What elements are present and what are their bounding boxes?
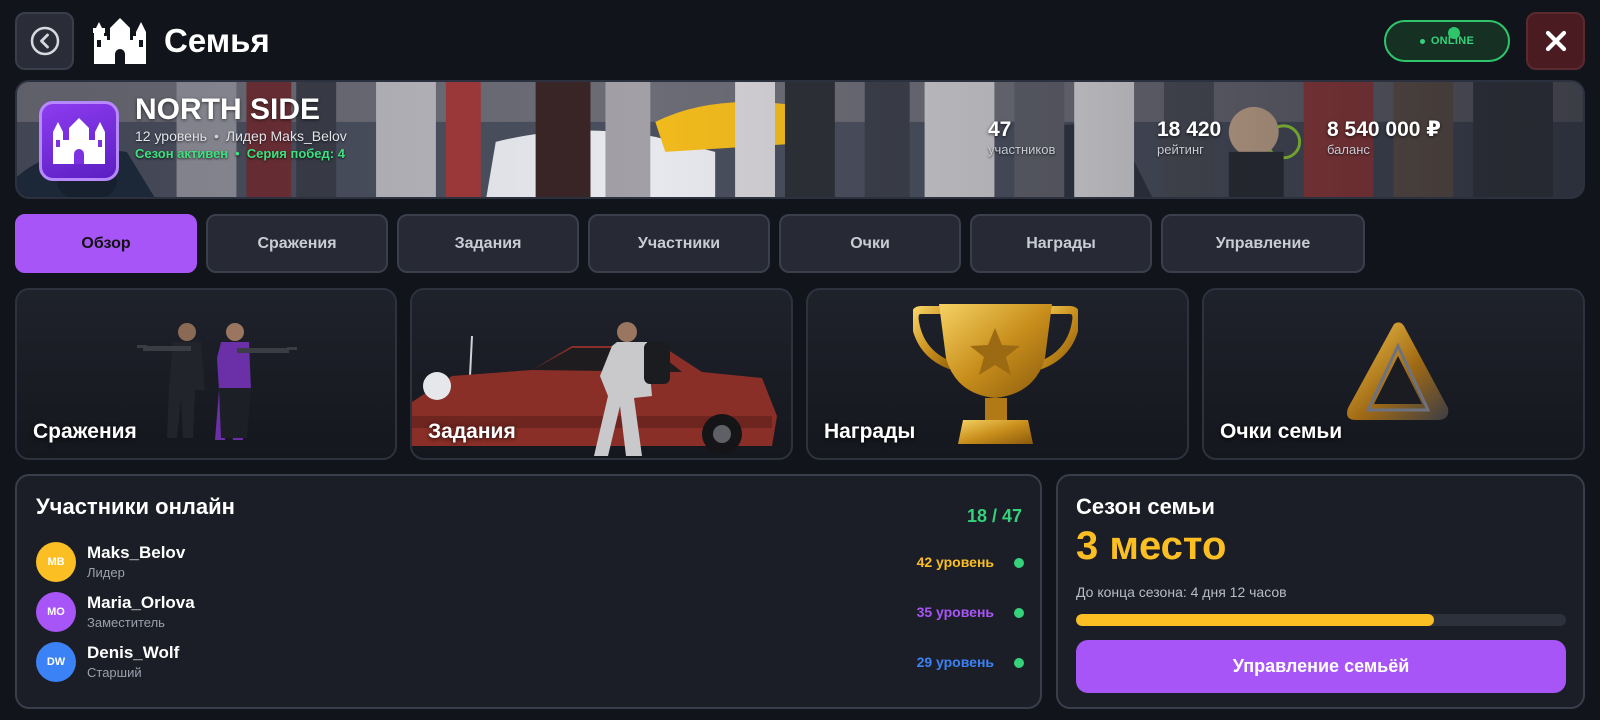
family-banner: NORTH SIDE 12 уровень • Лидер Maks_Belov С… xyxy=(15,80,1585,199)
family-meta: 12 уровень • Лидер Maks_Belov xyxy=(135,128,347,144)
season-progress-bar xyxy=(1076,614,1566,626)
online-dot xyxy=(1014,608,1024,618)
card-label: Награды xyxy=(824,420,916,443)
win-streak: Серия побед: 4 xyxy=(246,146,345,161)
member-role: Старший xyxy=(87,665,142,680)
stat-value: 18 420 xyxy=(1157,118,1222,141)
list-item[interactable]: MO Maria_Orlova Заместитель 35 уровень xyxy=(36,589,1024,635)
card-label: Очки семьи xyxy=(1220,420,1343,443)
season-status: Сезон активен xyxy=(135,146,229,161)
online-dot xyxy=(1014,658,1024,668)
online-dot xyxy=(1014,558,1024,568)
stat-rating: 18 420 рейтинг xyxy=(1157,118,1221,158)
family-level: 12 уровень xyxy=(135,128,207,144)
stat-label: баланс xyxy=(1327,142,1370,157)
member-name: Maks_Belov xyxy=(87,543,186,562)
stat-value: 47 xyxy=(988,118,1012,141)
close-icon xyxy=(1545,30,1566,52)
tab-members[interactable]: Участники xyxy=(588,214,770,273)
tab-points[interactable]: Очки xyxy=(779,214,961,273)
list-item[interactable]: DW Denis_Wolf Старший 29 уровень xyxy=(36,639,1024,685)
family-logo xyxy=(39,101,119,181)
back-arrow-icon xyxy=(30,26,59,56)
tab-overview[interactable]: Обзор xyxy=(15,214,197,273)
member-role: Лидер xyxy=(87,565,125,580)
member-level: 35 уровень xyxy=(916,604,994,620)
tab-management[interactable]: Управление xyxy=(1161,214,1365,273)
card-label: Задания xyxy=(428,420,516,443)
list-item[interactable]: MB Maks_Belov Лидер 42 уровень xyxy=(36,539,1024,585)
page-title: Семья xyxy=(164,22,270,59)
triangle-points-icon xyxy=(1347,322,1449,420)
card-battles[interactable]: Сражения xyxy=(15,288,397,460)
tab-battles[interactable]: Сражения xyxy=(206,214,388,273)
stat-members: 47 участников xyxy=(988,118,1055,158)
card-label: Сражения xyxy=(33,420,137,443)
stat-balance: 8 540 000 ₽ баланс xyxy=(1327,118,1441,158)
close-button[interactable] xyxy=(1526,12,1585,70)
castle-icon xyxy=(53,118,105,164)
stat-label: рейтинг xyxy=(1157,142,1204,157)
card-family-points[interactable]: Очки семьи xyxy=(1202,288,1585,460)
avatar: MO xyxy=(36,592,76,632)
trophy-icon xyxy=(913,304,1078,444)
family-status: Сезон активен • Серия побед: 4 xyxy=(135,146,345,161)
manage-family-button[interactable]: Управление семьёй xyxy=(1076,640,1566,693)
castle-icon xyxy=(93,18,146,64)
panel-title: Участники онлайн xyxy=(36,494,235,519)
tab-rewards[interactable]: Награды xyxy=(970,214,1152,273)
avatar: MB xyxy=(36,542,76,582)
members-count: 18 / 47 xyxy=(966,506,1022,526)
card-rewards[interactable]: Награды xyxy=(806,288,1189,460)
family-name: NORTH SIDE xyxy=(135,93,321,126)
online-indicator xyxy=(1448,27,1460,39)
avatar: DW xyxy=(36,642,76,682)
family-leader: Лидер Maks_Belov xyxy=(225,128,347,144)
stat-value: 8 540 000 ₽ xyxy=(1327,118,1441,141)
online-status-badge: ONLINE xyxy=(1384,20,1510,62)
family-season-panel: Сезон семьи 3 место До конца сезона: 4 д… xyxy=(1056,474,1585,709)
member-name: Maria_Orlova xyxy=(87,593,195,612)
member-level: 42 уровень xyxy=(916,554,994,570)
soldiers-icon xyxy=(137,323,297,440)
online-dot xyxy=(1419,38,1425,44)
season-progress-fill xyxy=(1076,614,1434,626)
season-time-left: До конца сезона: 4 дня 12 часов xyxy=(1076,584,1287,600)
member-level: 29 уровень xyxy=(916,654,994,670)
online-members-panel: Участники онлайн 18 / 47 MB Maks_Belov Л… xyxy=(15,474,1042,709)
member-role: Заместитель xyxy=(87,615,165,630)
back-button[interactable] xyxy=(15,12,74,70)
stat-label: участников xyxy=(988,142,1056,157)
member-name: Denis_Wolf xyxy=(87,643,180,662)
panel-title: Сезон семьи xyxy=(1076,494,1215,519)
card-quests[interactable]: Задания xyxy=(410,288,793,460)
tab-quests[interactable]: Задания xyxy=(397,214,579,273)
season-place: 3 место xyxy=(1076,524,1227,568)
